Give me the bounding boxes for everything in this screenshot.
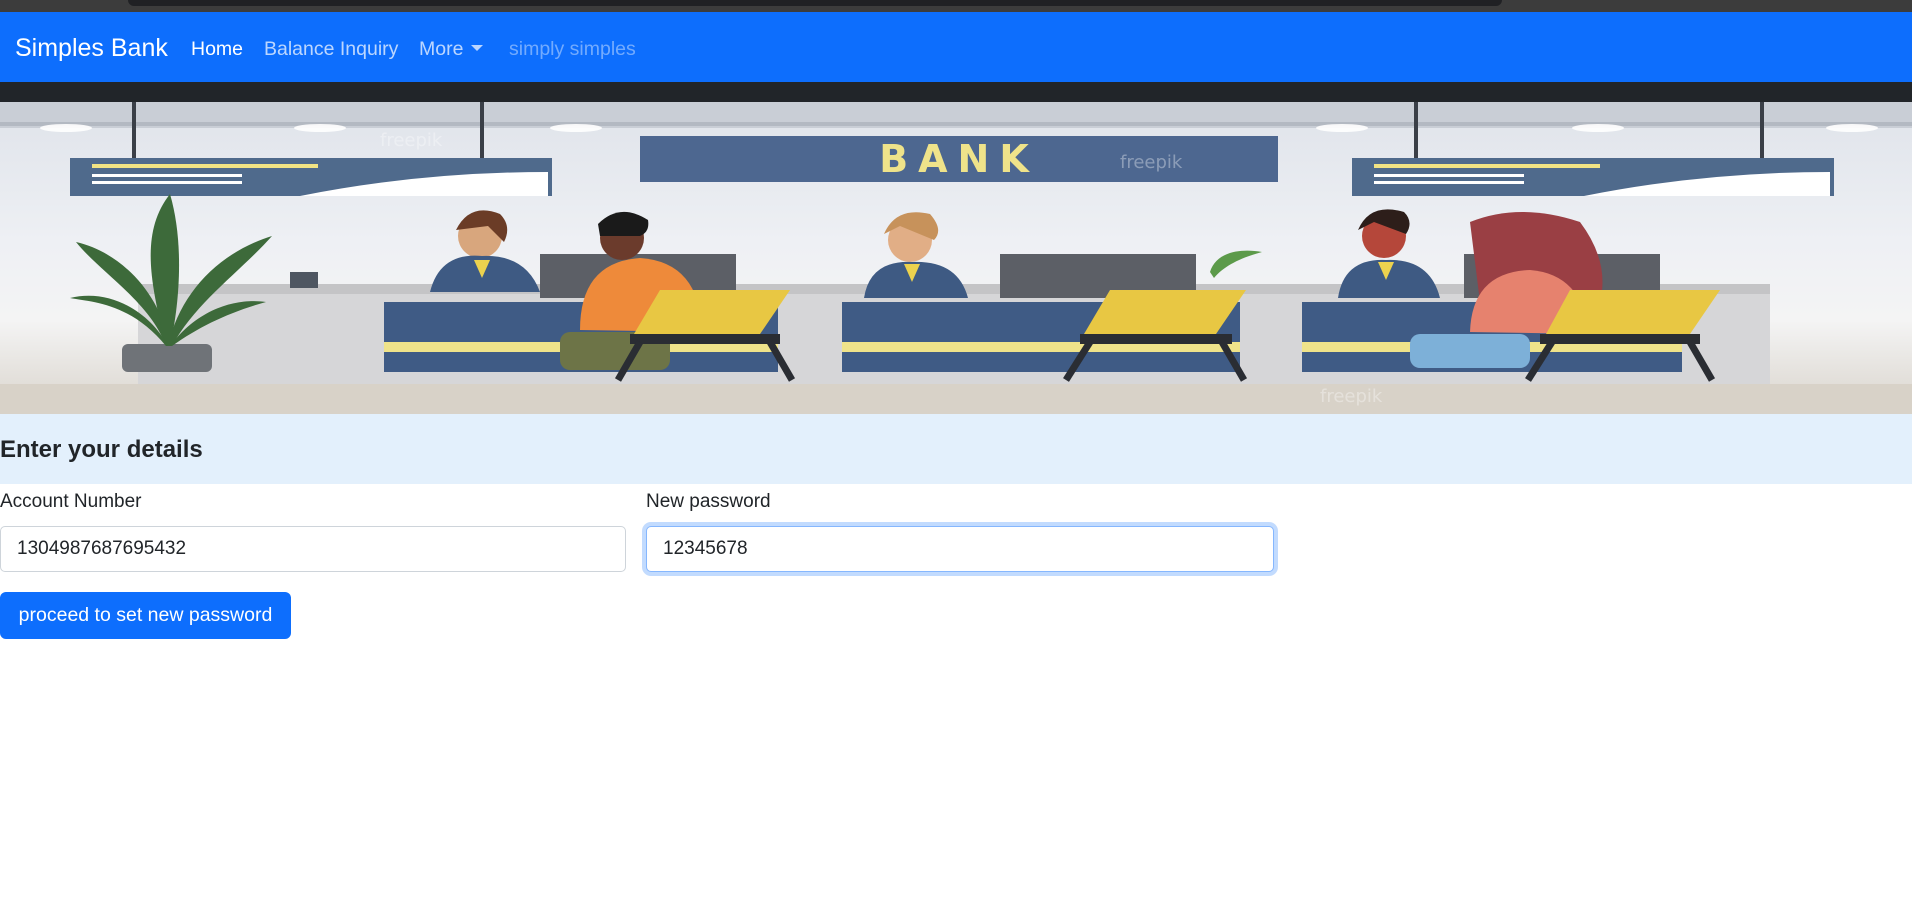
watermark-text: freepik	[380, 130, 443, 151]
top-navbar: Simples Bank Home Balance Inquiry More s…	[0, 12, 1912, 82]
address-bar-edge	[128, 0, 1502, 6]
new-password-label: New password	[646, 491, 771, 512]
nav-more-dropdown[interactable]: More	[419, 38, 484, 61]
set-new-password-button[interactable]: proceed to set new password	[0, 592, 291, 639]
nav-home-link[interactable]: Home	[191, 38, 243, 61]
nav-balance-inquiry-link[interactable]: Balance Inquiry	[264, 38, 398, 61]
bank-interior-illustration: BANK freepik freepik freepik	[0, 102, 1912, 414]
bank-banner-illustration: BANK freepik freepik freepik	[0, 102, 1912, 414]
nav-more-label: More	[419, 38, 464, 60]
chevron-down-icon	[471, 45, 484, 51]
nav-simply-simples-link: simply simples	[509, 38, 636, 60]
form-header: Enter your details	[0, 414, 1912, 484]
account-number-label: Account Number	[0, 491, 142, 512]
browser-chrome-strip	[0, 0, 1912, 12]
dark-divider-band	[0, 82, 1912, 102]
watermark-text: freepik	[1120, 152, 1183, 173]
bank-sign-text: BANK	[879, 137, 1039, 181]
navbar-brand[interactable]: Simples Bank	[15, 34, 168, 63]
new-password-input[interactable]	[646, 526, 1274, 572]
account-number-input[interactable]	[0, 526, 626, 572]
watermark-text: freepik	[1320, 386, 1383, 407]
page-title: Enter your details	[0, 436, 203, 463]
